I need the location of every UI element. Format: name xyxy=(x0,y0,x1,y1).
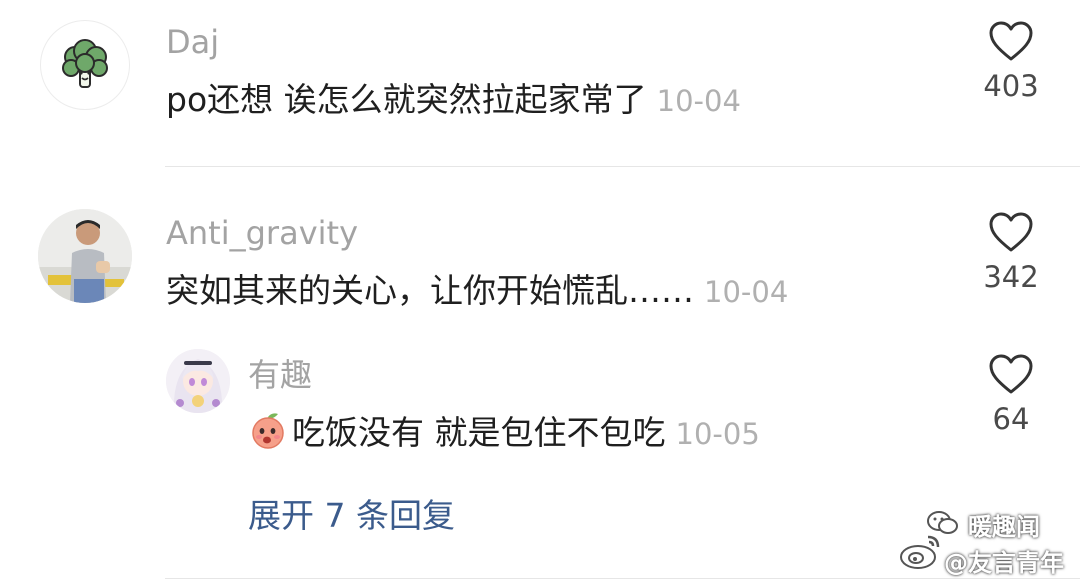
like-button[interactable]: 403 xyxy=(966,20,1056,104)
comment-item: Anti_gravity 突如其来的关心，让你开始慌乱…… 10-04 342 xyxy=(0,167,1080,337)
wechat-logo-icon xyxy=(927,511,958,534)
person-photo xyxy=(38,209,132,303)
reply-username[interactable]: 有趣 xyxy=(248,355,312,395)
peach-emoji-icon xyxy=(252,413,284,449)
like-count: 64 xyxy=(992,402,1030,436)
watermark-line1: 暖趣闻 xyxy=(968,513,1040,541)
anime-girl-avatar xyxy=(166,349,230,413)
like-count: 342 xyxy=(983,260,1039,294)
comment-text: 突如其来的关心，让你开始慌乱…… 10-04 xyxy=(166,269,788,314)
comment-username[interactable]: Daj xyxy=(166,22,219,62)
expand-replies-link[interactable]: 展开 7 条回复 xyxy=(248,496,455,536)
reply-text: 吃饭没有 就是包住不包吃 10-05 xyxy=(248,411,760,456)
watermark-line2: @友言青年 xyxy=(944,549,1064,577)
comment-text: po还想 诶怎么就突然拉起家常了 10-04 xyxy=(166,78,741,123)
comment-time: 10-04 xyxy=(656,84,741,118)
reply-item: 有趣 吃饭没有 就是包住不包吃 10-05 64 xyxy=(0,337,1080,487)
reply-time: 10-05 xyxy=(675,417,760,451)
comment-username[interactable]: Anti_gravity xyxy=(166,213,358,253)
avatar[interactable] xyxy=(166,349,230,413)
comment-item: Daj po还想 诶怎么就突然拉起家常了 10-04 403 xyxy=(0,0,1080,166)
comment-body: 突如其来的关心，让你开始慌乱…… xyxy=(166,271,694,310)
divider xyxy=(165,578,1080,579)
watermark: 暖趣闻 @友言青年 xyxy=(898,505,1068,577)
broccoli-icon xyxy=(62,39,108,88)
heart-icon xyxy=(989,354,1033,394)
comment-body: po还想 诶怎么就突然拉起家常了 xyxy=(166,80,647,119)
heart-icon xyxy=(989,212,1033,252)
avatar[interactable] xyxy=(40,20,130,110)
reply-body: 吃饭没有 就是包住不包吃 xyxy=(292,413,666,452)
weibo-logo-icon xyxy=(900,535,940,569)
heart-icon xyxy=(989,21,1033,61)
like-count: 403 xyxy=(983,69,1039,103)
comment-time: 10-04 xyxy=(704,275,789,309)
avatar[interactable] xyxy=(38,209,132,303)
like-button[interactable]: 342 xyxy=(966,211,1056,295)
like-button[interactable]: 64 xyxy=(966,353,1056,437)
